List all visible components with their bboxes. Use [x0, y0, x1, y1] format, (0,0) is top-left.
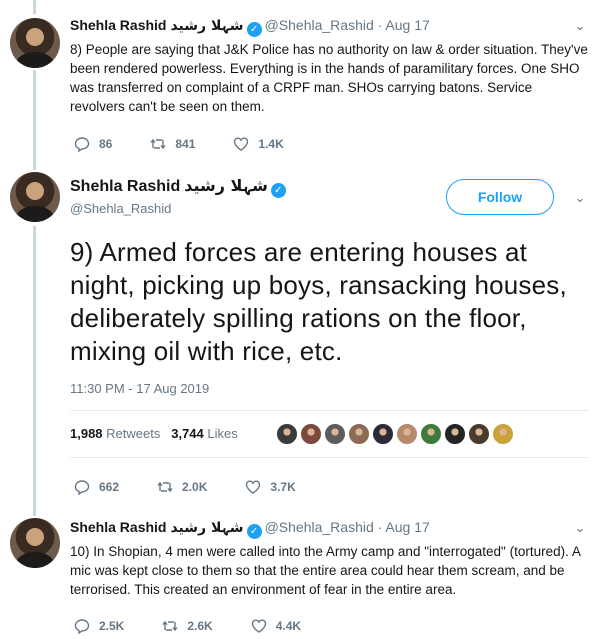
retweets-stat[interactable]: 1,988 Retweets	[70, 426, 160, 441]
verified-icon: ✓	[270, 183, 286, 198]
reply-button[interactable]: 86	[74, 136, 112, 152]
like-total: 3,744	[171, 426, 204, 441]
author-handle[interactable]: @Shehla_Rashid	[265, 519, 374, 535]
reply-button[interactable]: 2.5K	[74, 618, 124, 634]
verified-icon: ✓	[246, 524, 262, 539]
like-button[interactable]: 4.4K	[251, 618, 301, 634]
tweet-actions: 2.5K 2.6K 4.4K	[74, 618, 339, 634]
tweet-timestamp[interactable]: 11:30 PM - 17 Aug 2019	[70, 381, 209, 396]
author-handle[interactable]: @Shehla_Rashid	[265, 17, 374, 33]
liker-avatar[interactable]	[324, 423, 346, 445]
like-count: 1.4K	[258, 137, 284, 151]
retweet-button[interactable]: 2.0K	[157, 479, 207, 495]
retweet-icon	[157, 481, 173, 493]
chevron-down-icon[interactable]: ⌄	[574, 521, 586, 534]
liker-avatar[interactable]	[348, 423, 370, 445]
follow-button[interactable]: Follow	[446, 179, 554, 215]
likes-stat[interactable]: 3,744 Likes	[171, 426, 238, 441]
thread-line-top	[33, 0, 36, 14]
author-urdu-name: شہلا رشید	[170, 520, 244, 536]
retweet-button[interactable]: 2.6K	[162, 618, 213, 634]
reply-button[interactable]: 662	[74, 479, 119, 495]
like-count: 3.7K	[270, 480, 296, 494]
retweet-icon	[162, 620, 178, 632]
tweet-text: 10) In Shopian, 4 men were called into t…	[70, 544, 581, 597]
tweet-actions: 86 841 1.4K	[74, 136, 322, 152]
divider	[70, 457, 588, 458]
chevron-down-icon[interactable]: ⌄	[574, 191, 586, 204]
thread-line-2	[33, 226, 36, 516]
reply-icon	[74, 137, 90, 152]
tweet-text: 8) People are saying that J&K Police has…	[70, 42, 588, 114]
thread-line-1	[33, 70, 36, 170]
avatar[interactable]	[10, 518, 60, 568]
author-name[interactable]: Shehla Rashid	[70, 17, 166, 33]
separator-dot: ·	[373, 17, 386, 33]
avatar[interactable]	[10, 172, 60, 222]
author-name[interactable]: Shehla Rashid	[70, 519, 166, 535]
chevron-down-icon[interactable]: ⌄	[574, 19, 586, 32]
heart-icon	[251, 619, 266, 633]
author-handle[interactable]: @Shehla_Rashid	[70, 201, 171, 216]
reply-icon	[74, 619, 90, 634]
retweet-button[interactable]: 841	[150, 136, 195, 152]
liker-avatar[interactable]	[420, 423, 442, 445]
liker-avatar[interactable]	[396, 423, 418, 445]
retweet-count: 841	[175, 137, 196, 151]
retweet-icon	[150, 138, 166, 150]
divider	[70, 410, 588, 411]
retweet-count: 2.6K	[187, 619, 213, 633]
author-handle-line: @Shehla_Rashid	[70, 201, 171, 216]
retweet-total: 1,988	[70, 426, 103, 441]
tweet-actions: 662 2.0K 3.7K	[74, 479, 334, 495]
liker-avatar[interactable]	[492, 423, 514, 445]
tweet-date[interactable]: Aug 17	[385, 519, 429, 535]
likes-label: Likes	[207, 426, 238, 441]
tweet-header: Shehla Rashid شہلا رشید ✓	[70, 176, 289, 198]
avatar[interactable]	[10, 18, 60, 68]
liker-avatar[interactable]	[372, 423, 394, 445]
like-count: 4.4K	[275, 619, 302, 633]
like-button[interactable]: 1.4K	[233, 136, 284, 152]
author-urdu-name: شہلا رشید	[184, 176, 268, 195]
liker-avatar[interactable]	[276, 423, 298, 445]
verified-icon: ✓	[246, 22, 262, 37]
liker-avatar[interactable]	[300, 423, 322, 445]
tweet-header: Shehla Rashid شہلا رشید ✓ @Shehla_Rashid · …	[70, 17, 430, 37]
tweet-header: Shehla Rashid شہلا رشید ✓ @Shehla_Rashid · …	[70, 519, 430, 539]
liker-avatars	[276, 423, 516, 445]
engagement-stats: 1,988 Retweets 3,744 Likes	[70, 426, 238, 441]
like-button[interactable]: 3.7K	[245, 479, 296, 495]
author-name[interactable]: Shehla Rashid	[70, 178, 180, 195]
retweets-label: Retweets	[106, 426, 161, 441]
reply-count: 2.5K	[99, 619, 125, 633]
separator-dot: ·	[373, 519, 386, 535]
heart-icon	[246, 480, 261, 494]
retweet-count: 2.0K	[182, 480, 208, 494]
reply-count: 86	[99, 137, 113, 151]
tweet-date[interactable]: Aug 17	[385, 17, 429, 33]
reply-count: 662	[99, 480, 120, 494]
reply-icon	[74, 480, 90, 495]
liker-avatar[interactable]	[468, 423, 490, 445]
liker-avatar[interactable]	[444, 423, 466, 445]
heart-icon	[234, 137, 249, 151]
author-urdu-name: شہلا رشید	[170, 18, 244, 34]
tweet-text: 9) Armed forces are entering houses at n…	[70, 237, 567, 366]
